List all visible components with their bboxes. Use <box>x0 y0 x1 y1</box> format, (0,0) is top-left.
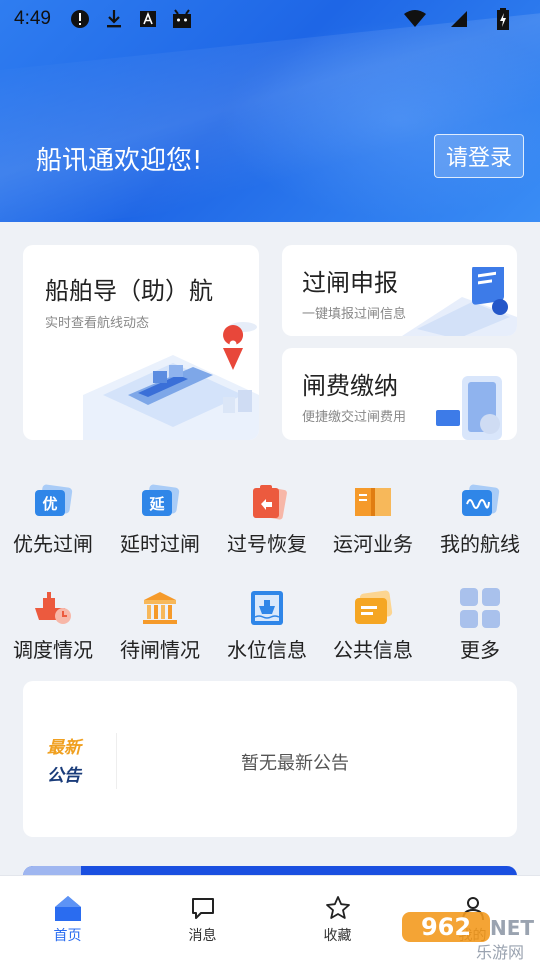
report-document-icon <box>402 267 517 336</box>
water-level-item[interactable]: 水位信息 <box>215 586 319 676</box>
alert-icon <box>69 8 91 30</box>
status-time: 4:49 <box>14 8 51 29</box>
dispatch-item[interactable]: 调度情况 <box>1 586 105 676</box>
tab-messages[interactable]: 消息 <box>135 876 270 960</box>
more-icon <box>458 586 502 630</box>
fee-payment-subtitle: 便捷缴交过闸费用 <box>302 410 407 425</box>
public-info-item[interactable]: 公共信息 <box>321 586 425 676</box>
android-icon <box>171 8 193 30</box>
svg-text:优: 优 <box>42 495 57 513</box>
home-icon <box>54 896 81 921</box>
dispatch-icon <box>31 586 75 630</box>
canal-book-icon <box>351 480 395 524</box>
waiting-icon <box>138 586 182 630</box>
recover-icon <box>245 480 289 524</box>
priority-icon: 优 <box>31 480 75 524</box>
recover-label: 过号恢复 <box>227 532 307 556</box>
watermark-number: 962 <box>421 913 471 941</box>
water-level-label: 水位信息 <box>227 638 307 662</box>
lock-report-card[interactable]: 过闸申报 一键填报过闸信息 <box>282 245 517 336</box>
notice-text: 暂无最新公告 <box>241 753 349 774</box>
priority-lock-label: 优先过闸 <box>13 532 93 556</box>
lock-report-title: 过闸申报 <box>302 269 398 297</box>
welcome-text: 船讯通欢迎您! <box>36 146 203 176</box>
notice-panel[interactable]: 最新 公告 暂无最新公告 <box>23 681 517 837</box>
tab-favorites-label: 收藏 <box>323 928 352 944</box>
tab-favorites[interactable]: 收藏 <box>270 876 405 960</box>
site-watermark-logo: 962 NET 乐游网 <box>402 912 534 960</box>
priority-lock-item[interactable]: 优 优先过闸 <box>1 480 105 570</box>
tab-home-label: 首页 <box>53 928 82 944</box>
lock-report-subtitle: 一键填报过闸信息 <box>302 307 407 322</box>
waiting-lock-item[interactable]: 待闸情况 <box>108 586 212 676</box>
payment-phone-icon <box>436 376 502 440</box>
header: 4:49 船讯通欢迎您! 请登录 <box>0 0 540 222</box>
star-icon <box>325 896 350 919</box>
tab-home[interactable]: 首页 <box>0 876 135 960</box>
message-icon <box>191 898 214 919</box>
login-button[interactable]: 请登录 <box>434 134 524 178</box>
my-route-label: 我的航线 <box>440 532 520 556</box>
public-info-icon <box>351 586 395 630</box>
battery-icon <box>492 8 514 30</box>
signal-icon <box>448 8 470 30</box>
delay-lock-item[interactable]: 延 延时过闸 <box>108 480 212 570</box>
status-bar: 4:49 <box>0 0 540 38</box>
route-icon <box>458 480 502 524</box>
water-level-icon <box>245 586 289 630</box>
recover-item[interactable]: 过号恢复 <box>215 480 319 570</box>
tab-messages-label: 消息 <box>188 928 217 944</box>
canal-business-label: 运河业务 <box>333 532 413 556</box>
my-route-item[interactable]: 我的航线 <box>428 480 532 570</box>
more-item[interactable]: 更多 <box>428 586 532 676</box>
more-label: 更多 <box>460 638 500 662</box>
dispatch-label: 调度情况 <box>13 638 93 662</box>
canal-business-item[interactable]: 运河业务 <box>321 480 425 570</box>
svg-text:延: 延 <box>148 495 165 513</box>
ship-navigation-card[interactable]: 船舶导（助）航 实时查看航线动态 <box>23 245 259 440</box>
ship-navigation-title: 船舶导（助）航 <box>45 277 213 305</box>
download-icon <box>103 8 125 30</box>
wifi-icon <box>404 8 426 30</box>
fee-payment-title: 闸费缴纳 <box>302 372 398 400</box>
watermark-net: NET <box>490 916 534 940</box>
delay-icon: 延 <box>138 480 182 524</box>
font-icon <box>137 8 159 30</box>
public-info-label: 公共信息 <box>333 638 413 662</box>
ship-illustration-icon <box>83 322 259 440</box>
watermark-site: 乐游网 <box>476 943 524 960</box>
delay-lock-label: 延时过闸 <box>120 532 200 556</box>
waiting-lock-label: 待闸情况 <box>120 638 200 662</box>
fee-payment-card[interactable]: 闸费缴纳 便捷缴交过闸费用 <box>282 348 517 440</box>
